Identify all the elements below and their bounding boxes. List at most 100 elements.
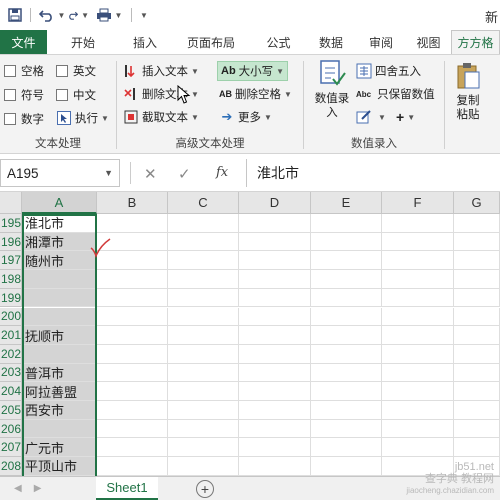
tab-page-layout[interactable]: 页面布局 bbox=[171, 30, 251, 54]
next-sheet-icon[interactable]: ▶ bbox=[34, 483, 42, 494]
cell[interactable] bbox=[239, 214, 311, 233]
cell[interactable] bbox=[454, 438, 500, 458]
cell[interactable] bbox=[311, 326, 382, 345]
cell[interactable] bbox=[311, 270, 382, 289]
cell[interactable] bbox=[239, 363, 311, 383]
cell[interactable] bbox=[454, 288, 500, 308]
cell[interactable] bbox=[168, 382, 239, 401]
insert-text-button[interactable]: 插入文本 ▼ bbox=[123, 63, 199, 79]
row-header[interactable]: 197 bbox=[0, 251, 22, 271]
save-icon[interactable] bbox=[6, 4, 24, 26]
cell[interactable] bbox=[311, 214, 382, 233]
cell[interactable] bbox=[382, 270, 454, 289]
name-box[interactable]: A195 ▼ bbox=[0, 159, 120, 187]
cell[interactable] bbox=[97, 344, 168, 364]
cell[interactable] bbox=[311, 401, 382, 420]
row-header[interactable]: 200 bbox=[0, 307, 22, 327]
cell[interactable] bbox=[311, 288, 382, 308]
cell[interactable] bbox=[382, 419, 454, 439]
delete-spaces-button[interactable]: AB 删除空格 ▼ bbox=[219, 86, 292, 102]
cell[interactable] bbox=[382, 326, 454, 345]
tab-file[interactable]: 文件 bbox=[0, 30, 47, 54]
cell-a[interactable]: 普洱市 bbox=[22, 363, 97, 383]
print-icon[interactable]: ▼ bbox=[95, 4, 123, 26]
cell[interactable] bbox=[382, 363, 454, 383]
cell[interactable] bbox=[311, 438, 382, 458]
row-header[interactable]: 196 bbox=[0, 232, 22, 252]
column-header-a[interactable]: A bbox=[22, 192, 97, 214]
cell-a[interactable] bbox=[22, 288, 97, 308]
cell[interactable] bbox=[168, 288, 239, 308]
cell[interactable] bbox=[168, 251, 239, 271]
cell[interactable] bbox=[311, 344, 382, 364]
cell[interactable] bbox=[168, 270, 239, 289]
cell[interactable] bbox=[239, 344, 311, 364]
cell[interactable] bbox=[97, 457, 168, 476]
cell-a[interactable]: 西安市 bbox=[22, 401, 97, 420]
plus-dropdown-button[interactable]: + ▼ bbox=[396, 109, 415, 125]
space-checkbox[interactable]: 空格 bbox=[4, 63, 44, 79]
row-header[interactable]: 205 bbox=[0, 401, 22, 420]
cell[interactable] bbox=[97, 419, 168, 439]
cell[interactable] bbox=[239, 307, 311, 327]
function-icon[interactable]: fx bbox=[216, 165, 228, 180]
cell[interactable] bbox=[382, 344, 454, 364]
cell[interactable] bbox=[239, 251, 311, 271]
row-header[interactable]: 198 bbox=[0, 270, 22, 289]
cell[interactable] bbox=[311, 232, 382, 252]
cell[interactable] bbox=[239, 288, 311, 308]
cancel-icon[interactable]: ✕ bbox=[144, 165, 157, 183]
cell-a[interactable] bbox=[22, 344, 97, 364]
cell[interactable] bbox=[382, 251, 454, 271]
cell[interactable] bbox=[239, 232, 311, 252]
cell[interactable] bbox=[454, 344, 500, 364]
sheet-tab-sheet1[interactable]: Sheet1 bbox=[96, 477, 158, 500]
cell[interactable] bbox=[311, 419, 382, 439]
add-sheet-icon[interactable]: + bbox=[196, 480, 214, 498]
cell[interactable] bbox=[97, 307, 168, 327]
cell[interactable] bbox=[168, 363, 239, 383]
row-header[interactable]: 204 bbox=[0, 382, 22, 401]
cell[interactable] bbox=[382, 438, 454, 458]
chinese-checkbox[interactable]: 中文 bbox=[56, 87, 96, 103]
cell-a[interactable] bbox=[22, 270, 97, 289]
cell[interactable] bbox=[168, 307, 239, 327]
cell[interactable] bbox=[382, 401, 454, 420]
tab-insert[interactable]: 插入 bbox=[119, 30, 171, 54]
cell[interactable] bbox=[97, 288, 168, 308]
cell[interactable] bbox=[454, 251, 500, 271]
row-header[interactable]: 208 bbox=[0, 457, 22, 476]
row-header[interactable]: 201 bbox=[0, 326, 22, 345]
cell[interactable] bbox=[97, 363, 168, 383]
cell[interactable] bbox=[168, 457, 239, 476]
case-button[interactable]: Ab 大小写 ▼ bbox=[217, 61, 289, 81]
tab-home[interactable]: 开始 bbox=[47, 30, 119, 54]
cell[interactable] bbox=[168, 214, 239, 233]
cell-a[interactable]: 淮北市 bbox=[22, 214, 97, 233]
customize-toolbar-icon[interactable]: ▼ bbox=[138, 4, 150, 26]
row-header[interactable]: 206 bbox=[0, 419, 22, 439]
cell[interactable] bbox=[239, 457, 311, 476]
row-header[interactable]: 195 bbox=[0, 214, 22, 233]
cell[interactable] bbox=[97, 326, 168, 345]
column-header-f[interactable]: F bbox=[382, 192, 454, 214]
undo-icon[interactable]: ▼ bbox=[37, 4, 67, 26]
redo-icon[interactable]: ▼ bbox=[67, 4, 89, 26]
enter-icon[interactable]: ✓ bbox=[178, 165, 191, 183]
cell[interactable] bbox=[454, 307, 500, 327]
cell[interactable] bbox=[311, 251, 382, 271]
cell[interactable] bbox=[454, 326, 500, 345]
tab-data[interactable]: 数据 bbox=[306, 30, 356, 54]
column-header-b[interactable]: B bbox=[97, 192, 168, 214]
row-header[interactable]: 199 bbox=[0, 288, 22, 308]
cell[interactable] bbox=[97, 270, 168, 289]
column-header-d[interactable]: D bbox=[239, 192, 311, 214]
row-header[interactable]: 202 bbox=[0, 344, 22, 364]
cell[interactable] bbox=[382, 232, 454, 252]
cell[interactable] bbox=[454, 401, 500, 420]
cell-a[interactable]: 抚顺市 bbox=[22, 326, 97, 345]
cell[interactable] bbox=[311, 457, 382, 476]
cell[interactable] bbox=[168, 326, 239, 345]
cell[interactable] bbox=[239, 438, 311, 458]
tab-formulas[interactable]: 公式 bbox=[251, 30, 306, 54]
